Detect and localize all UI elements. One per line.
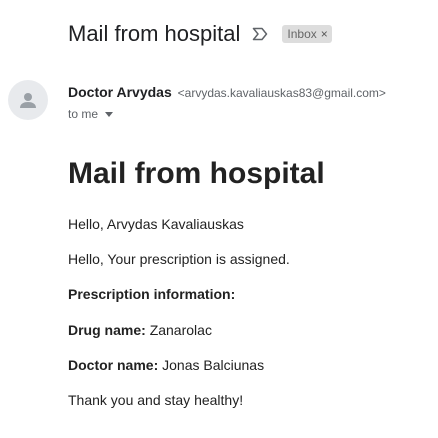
doctor-name-label: Doctor name: xyxy=(68,357,159,373)
importance-marker-icon[interactable] xyxy=(252,27,268,41)
recipient-details-toggle[interactable]: to me xyxy=(68,106,114,122)
drug-name-label: Drug name: xyxy=(68,322,146,338)
subject-row: Mail from hospital Inbox × xyxy=(68,18,332,50)
inbox-label-text: Inbox xyxy=(287,27,317,41)
email-subject: Mail from hospital xyxy=(68,21,241,46)
sender-email: <arvydas.kavaliauskas83@gmail.com> xyxy=(177,86,386,100)
sender-row: Doctor Arvydas <arvydas.kavaliauskas83@g… xyxy=(68,83,386,102)
drug-name-line: Drug name: Zanarolac xyxy=(68,321,212,339)
chevron-down-icon[interactable] xyxy=(105,111,114,117)
sender-name[interactable]: Doctor Arvydas xyxy=(68,84,172,100)
intro-text: Hello, Your prescription is assigned. xyxy=(68,251,290,267)
doctor-name-line: Doctor name: Jonas Balciunas xyxy=(68,356,264,374)
doctor-name-value: Jonas Balciunas xyxy=(162,357,265,373)
message-title: Mail from hospital xyxy=(68,157,325,190)
prescription-info-heading: Prescription information: xyxy=(68,285,235,303)
email-view: Mail from hospital Inbox × Doctor Arvyda… xyxy=(0,0,438,438)
recipient-text: to me xyxy=(68,107,99,121)
remove-label-close-icon[interactable]: × xyxy=(321,26,328,42)
drug-name-value: Zanarolac xyxy=(149,322,212,338)
person-icon xyxy=(20,93,36,108)
inbox-label-chip[interactable]: Inbox × xyxy=(282,25,332,43)
sender-avatar[interactable] xyxy=(8,80,48,120)
closing-text: Thank you and stay healthy! xyxy=(68,392,244,408)
prescription-info-heading-text: Prescription information: xyxy=(68,286,236,302)
greeting-text: Hello, Arvydas Kavaliauskas xyxy=(68,216,244,232)
